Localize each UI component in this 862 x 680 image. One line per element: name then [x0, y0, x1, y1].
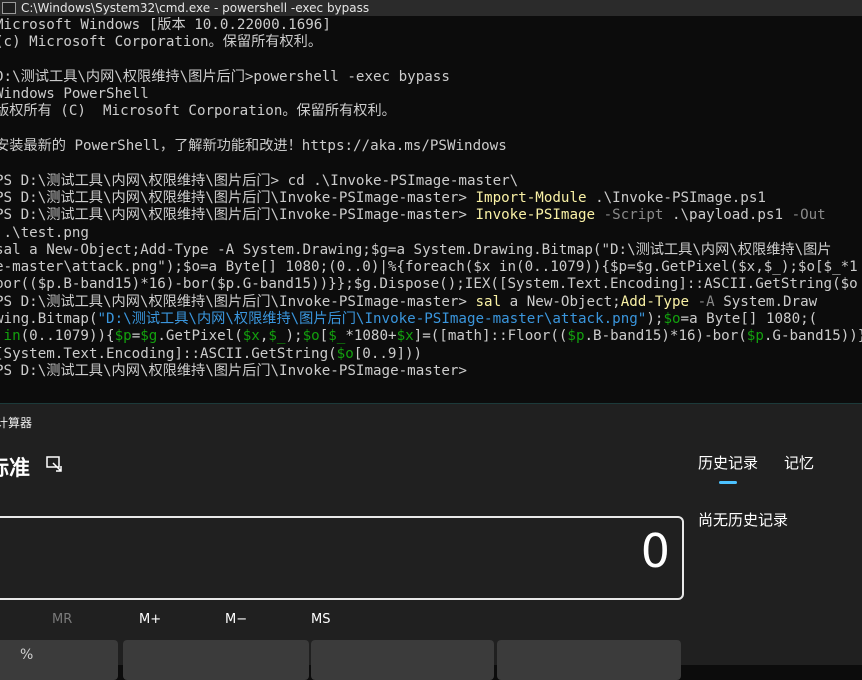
console-line: .\test.png [0, 225, 862, 242]
history-empty-message: 尚无历史记录 [698, 511, 789, 529]
console-line: 安装最新的 PowerShell，了解新功能和改进！https://aka.ms… [0, 138, 862, 155]
console-output[interactable]: Microsoft Windows [版本 10.0.22000.1696] (c… [0, 17, 862, 403]
console-text: $p [567, 328, 585, 345]
console-text: [System.Text.Encoding]::ASCII.GetString( [0, 345, 337, 362]
calculator-app-title: 计算器 [0, 416, 33, 430]
console-text: Microsoft Windows [版本 10.0.22000.1696] [0, 17, 331, 33]
console-text: .G-band15))} [763, 328, 862, 345]
console-line: (c) Microsoft Corporation。保留所有权利。 [0, 34, 862, 51]
console-text: sal [475, 293, 502, 310]
console-line: PS D:\测试工具\内网\权限维持\图片后门\Invoke-PSImage-m… [0, 363, 862, 380]
console-line: [System.Text.Encoding]::ASCII.GetString(… [0, 346, 862, 363]
console-text: sal a New-Object;Add-Type -A System.Draw… [0, 241, 832, 258]
console-text: *1080+ [345, 328, 397, 345]
console-text: -Script [595, 207, 664, 224]
console-text: ); [646, 311, 664, 328]
console-line: e-master\attack.png");$o=a Byte[] 1080;(… [0, 259, 862, 276]
console-text: PS D:\测试工具\内网\权限维持\图片后门\Invoke-PSImage-m… [0, 189, 476, 206]
percent-label: % [20, 647, 34, 663]
calculator-window: 计算器 标准 0 MR M+ M− MS % 历史记录 记忆 尚无历史记录 [0, 403, 862, 680]
console-text: ]=([math]::Floor(( [413, 328, 568, 345]
console-text: .\test.png [0, 224, 89, 241]
clear-button[interactable] [311, 640, 494, 680]
tab-memory[interactable]: 记忆 [784, 452, 814, 473]
keep-on-top-icon[interactable] [46, 456, 63, 472]
console-line: sal a New-Object;Add-Type -A System.Draw… [0, 242, 862, 259]
console-text: -Out [791, 207, 826, 224]
console-text: Windows PowerShell [0, 86, 149, 103]
memory-add-button[interactable]: M+ [139, 612, 161, 627]
memory-store-button[interactable]: MS [311, 612, 330, 627]
console-text: $_ [268, 328, 286, 345]
console-line: Windows PowerShell [0, 86, 862, 103]
console-text: PS D:\测试工具\内网\权限维持\图片后门> cd .\Invoke-PSI… [0, 172, 519, 189]
console-text: $g [140, 328, 158, 345]
clear-entry-button[interactable] [123, 640, 309, 680]
console-text: System.Draw [714, 293, 818, 310]
console-text: $p [114, 328, 132, 345]
console-text: .\payload.ps1 [663, 207, 792, 224]
console-line: bor(($p.B-band15)*16)-bor($p.G-band15))}… [0, 276, 862, 293]
console-text: Invoke-PSImage [475, 207, 596, 224]
console-line: wing.Bitmap("D:\测试工具\内网\权限维持\图片后门\Invoke… [0, 311, 862, 328]
console-text: wing.Bitmap( [0, 311, 98, 328]
console-line: PS D:\测试工具\内网\权限维持\图片后门\Invoke-PSImage-m… [0, 190, 862, 207]
console-text: (0..1079)){ [20, 328, 115, 345]
console-text: in [3, 328, 21, 345]
console-text: $_ [328, 328, 346, 345]
percent-button[interactable]: % [0, 640, 118, 680]
console-text: $o [302, 328, 320, 345]
console-line: 版权所有 (C) Microsoft Corporation。保留所有权利。 [0, 103, 862, 120]
console-text: =a Byte[] 1080;( [680, 311, 818, 328]
console-text: $x [242, 328, 260, 345]
calculator-mode-title: 标准 [0, 456, 30, 480]
console-text: bor(($p.B-band15)*16)-bor($p.G-band15))}… [0, 276, 858, 293]
console-text: Import-Module [475, 189, 587, 206]
console-text: $o [336, 345, 354, 362]
console-text: $o [663, 311, 681, 328]
console-line: PS D:\测试工具\内网\权限维持\图片后门\Invoke-PSImage-m… [0, 207, 862, 224]
console-text: -A [689, 293, 715, 310]
console-text: D:\测试工具\内网\权限维持\图片后门>powershell -exec by… [0, 68, 450, 85]
console-text: 安装最新的 PowerShell，了解新功能和改进！https://aka.ms… [0, 138, 507, 155]
backspace-button[interactable] [497, 640, 681, 680]
console-text: "D:\测试工具\内网\权限维持\图片后门\Invoke-PSImage-mas… [97, 311, 647, 328]
cmd-icon [2, 2, 16, 14]
console-text: = [131, 328, 141, 345]
console-text: Add-Type [620, 293, 690, 310]
console-line: Microsoft Windows [版本 10.0.22000.1696] [0, 17, 862, 34]
console-text: .GetPixel( [157, 328, 243, 345]
console-line: D:\测试工具\内网\权限维持\图片后门>powershell -exec by… [0, 69, 862, 86]
calculator-display: 0 [0, 516, 684, 600]
memory-subtract-button[interactable]: M− [225, 612, 247, 627]
console-text: $p [746, 328, 764, 345]
console-window-title: C:\Windows\System32\cmd.exe - powershell… [21, 1, 370, 15]
tab-history[interactable]: 历史记录 [698, 452, 758, 473]
console-text: ); [285, 328, 303, 345]
console-text: [ [319, 328, 329, 345]
console-line: PS D:\测试工具\内网\权限维持\图片后门\Invoke-PSImage-m… [0, 294, 862, 311]
console-text: [0..9])) [353, 345, 423, 362]
console-text: PS D:\测试工具\内网\权限维持\图片后门\Invoke-PSImage-m… [0, 207, 476, 224]
console-line: PS D:\测试工具\内网\权限维持\图片后门> cd .\Invoke-PSI… [0, 173, 862, 190]
memory-recall-button[interactable]: MR [52, 612, 72, 627]
display-value: 0 [640, 524, 670, 578]
console-text: PS D:\测试工具\内网\权限维持\图片后门\Invoke-PSImage-m… [0, 293, 476, 310]
console-line: in(0..1079)){$p=$g.GetPixel($x,$_);$o[$_… [0, 328, 862, 345]
console-text: a New-Object; [501, 293, 621, 310]
console-text: e-master\attack.png");$o=a Byte[] 1080;(… [0, 259, 858, 276]
console-text: (c) Microsoft Corporation。保留所有权利。 [0, 34, 323, 51]
console-text: .B-band15)*16)-bor( [584, 328, 747, 345]
active-tab-indicator [719, 481, 737, 484]
console-text: 版权所有 (C) Microsoft Corporation。保留所有权利。 [0, 103, 396, 120]
console-title-bar: C:\Windows\System32\cmd.exe - powershell… [0, 0, 862, 16]
console-text: .\Invoke-PSImage.ps1 [586, 189, 766, 206]
console-text: PS D:\测试工具\内网\权限维持\图片后门\Invoke-PSImage-m… [0, 362, 467, 379]
console-text: $x [396, 328, 414, 345]
